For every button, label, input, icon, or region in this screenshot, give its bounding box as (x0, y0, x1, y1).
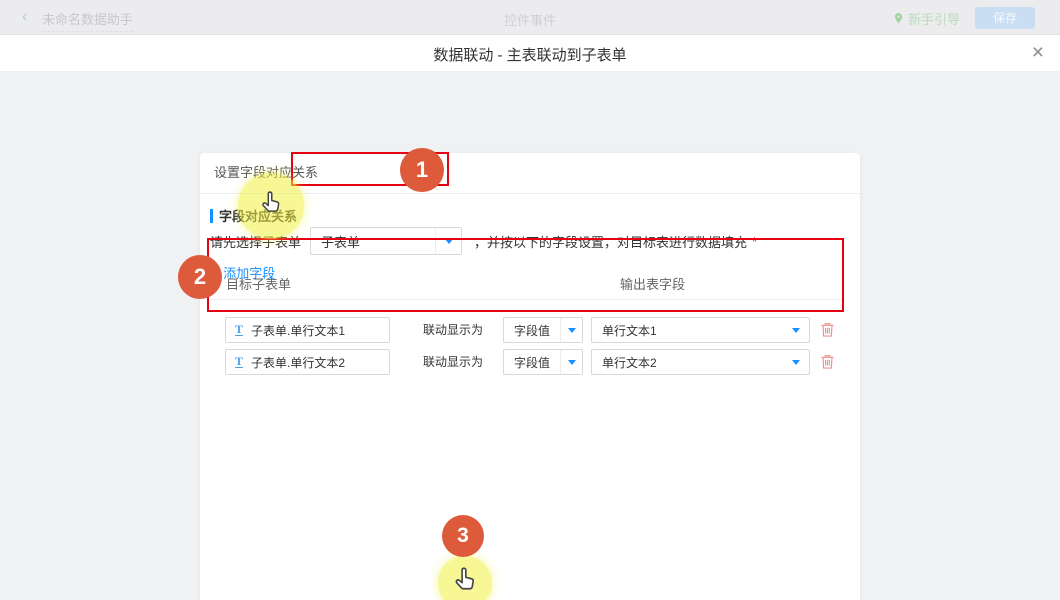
dropdown-arrow-zone[interactable] (560, 318, 582, 342)
link-display-label: 联动显示为 (423, 349, 483, 375)
subform-select-value: 子表单 (321, 228, 360, 254)
location-pin-icon (892, 12, 905, 25)
chevron-down-icon (792, 328, 800, 333)
beginner-guide-link[interactable]: 新手引导 (892, 9, 960, 28)
chevron-down-icon (792, 360, 800, 365)
required-asterisk: * (752, 234, 757, 249)
columns-divider (210, 299, 844, 300)
dropdown-arrow-zone[interactable] (435, 228, 461, 254)
mapping-row: T 子表单.单行文本1 联动显示为 字段值 单行文本1 (200, 317, 860, 343)
text-field-icon: T (235, 356, 243, 368)
trash-icon (820, 322, 835, 338)
delete-row-button[interactable] (820, 354, 835, 370)
output-field-select[interactable]: 单行文本1 (591, 317, 810, 343)
header-divider (200, 193, 860, 194)
mode-select-value: 字段值 (514, 350, 550, 374)
guide-label: 新手引导 (908, 9, 960, 28)
settings-card: 设置字段对应关系 字段对应关系 请先选择子表单 子表单 ，并按以下的字段设置，对… (200, 153, 860, 600)
target-field-box[interactable]: T 子表单.单行文本2 (225, 349, 390, 375)
mapping-row: T 子表单.单行文本2 联动显示为 字段值 单行文本2 (200, 349, 860, 375)
mode-select-value: 字段值 (514, 318, 550, 342)
modal-header: 数据联动 - 主表联动到子表单 × (0, 35, 1060, 71)
dropdown-arrow-zone[interactable] (792, 350, 800, 374)
close-icon[interactable]: × (1032, 41, 1044, 65)
subform-prompt-suffix: ，并按以下的字段设置，对目标表进行数据填充 (474, 232, 747, 251)
column-header-output: 输出表字段 (620, 274, 685, 293)
dropdown-arrow-zone[interactable] (792, 318, 800, 342)
subform-prompt-label: 请先选择子表单 (210, 232, 301, 251)
target-field-box[interactable]: T 子表单.单行文本1 (225, 317, 390, 343)
mode-select[interactable]: 字段值 (503, 317, 583, 343)
output-select-value: 单行文本2 (602, 350, 657, 374)
target-field-value: 子表单.单行文本1 (251, 322, 345, 339)
subform-select-row: 请先选择子表单 子表单 ，并按以下的字段设置，对目标表进行数据填充 * (210, 227, 757, 255)
section-accent-bar (210, 209, 213, 223)
output-select-value: 单行文本1 (602, 318, 657, 342)
modal-body: 设置字段对应关系 字段对应关系 请先选择子表单 子表单 ，并按以下的字段设置，对… (0, 71, 1060, 600)
delete-row-button[interactable] (820, 322, 835, 338)
mode-select[interactable]: 字段值 (503, 349, 583, 375)
trash-icon (820, 354, 835, 370)
save-button[interactable]: 保存 (975, 7, 1035, 29)
modal-title: 数据联动 - 主表联动到子表单 (0, 44, 1060, 65)
target-field-value: 子表单.单行文本2 (251, 354, 345, 371)
card-header: 设置字段对应关系 (214, 153, 318, 193)
chevron-down-icon (568, 360, 576, 365)
output-field-select[interactable]: 单行文本2 (591, 349, 810, 375)
dropdown-arrow-zone[interactable] (560, 350, 582, 374)
section-title-row: 字段对应关系 (210, 206, 297, 225)
chevron-down-icon (568, 328, 576, 333)
column-header-target: 目标子表单 (226, 274, 291, 293)
chevron-down-icon (445, 239, 453, 244)
screen: ‹ 未命名数据助手 控件事件 新手引导 保存 数据联动 - 主表联动到子表单 ×… (0, 0, 1060, 600)
subform-select[interactable]: 子表单 (310, 227, 462, 255)
link-display-label: 联动显示为 (423, 317, 483, 343)
top-app-bar: ‹ 未命名数据助手 控件事件 新手引导 保存 (0, 0, 1060, 35)
section-title: 字段对应关系 (219, 206, 297, 225)
text-field-icon: T (235, 324, 243, 336)
